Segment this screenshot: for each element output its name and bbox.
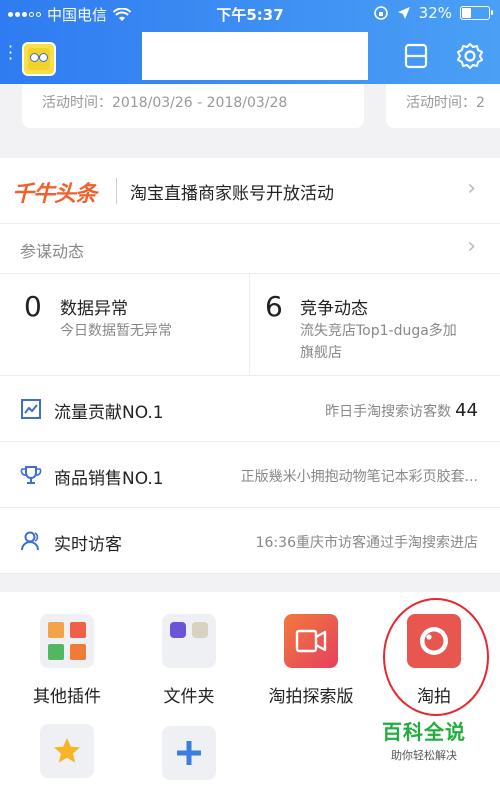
activity-carousel[interactable]: 活动时间：2018/03/26 - 2018/03/28 活动时间：2 — [0, 84, 500, 140]
stat-description: 流失竞店Top1-duga多加 — [300, 323, 457, 339]
scan-icon[interactable] — [402, 42, 430, 70]
folder-icon — [162, 614, 216, 668]
highlight-circle-annotation — [383, 598, 489, 716]
row-value: 16:36重庆市访客通过手淘搜索进店 — [255, 535, 478, 551]
chevron-right-icon: › — [467, 176, 476, 201]
rotation-lock-icon — [373, 6, 388, 20]
row-value: 昨日手淘搜索访客数 44 — [325, 400, 478, 421]
watermark: 百科全说 助你轻松解决 — [364, 716, 484, 763]
stat-description: 今日数据暂无异常 — [60, 323, 172, 339]
video-camera-glyph — [295, 629, 327, 653]
stats-panel: 0 数据异常 今日数据暂无异常 6 竞争动态 流失竞店Top1-duga多加 旗… — [0, 274, 500, 376]
activity-time-label: 活动时间：2018/03/26 - 2018/03/28 — [42, 95, 288, 111]
star-glyph — [54, 738, 80, 763]
row-realtime-visitors[interactable]: 实时访客 16:36重庆市访客通过手淘搜索进店 — [0, 508, 500, 574]
status-bar: 中国电信 下午5:37 32% — [0, 0, 500, 28]
spongebob-avatar-icon — [28, 48, 50, 70]
row-label: 流量贡献NO.1 — [54, 403, 164, 423]
row-label: 商品销售NO.1 — [54, 469, 164, 489]
stat-title: 数据异常 — [60, 299, 128, 319]
trend-chart-icon — [21, 399, 41, 419]
plugin-other[interactable]: 其他插件 — [7, 614, 127, 707]
star-icon — [40, 724, 94, 778]
status-right: 32% — [373, 4, 493, 22]
stat-data-anomaly[interactable]: 0 数据异常 今日数据暂无异常 — [0, 274, 249, 376]
plugin-add[interactable] — [129, 726, 249, 790]
canmou-section-header[interactable]: 参谋动态 › — [0, 224, 500, 274]
stat-description: 旗舰店 — [300, 345, 342, 361]
plugin-grid-icon — [40, 614, 94, 668]
watermark-subtitle: 助你轻松解决 — [391, 749, 457, 762]
row-product-sales[interactable]: 商品销售NO.1 正版幾米小拥抱动物笔记本彩页胶套... — [0, 442, 500, 508]
app-header: · · · — [0, 28, 500, 84]
battery-percent: 32% — [418, 4, 452, 22]
stat-title: 竞争动态 — [300, 299, 368, 319]
headline-text: 淘宝直播商家账号开放活动 — [130, 184, 334, 204]
row-value: 正版幾米小拥抱动物笔记本彩页胶套... — [240, 469, 478, 485]
activity-card[interactable]: 活动时间：2 — [386, 84, 500, 128]
watermark-title: 百科全说 — [382, 720, 466, 744]
divider — [116, 178, 117, 204]
section-title: 参谋动态 — [20, 242, 85, 261]
row-traffic-contribution[interactable]: 流量贡献NO.1 昨日手淘搜索访客数 44 — [0, 376, 500, 442]
stat-competition[interactable]: 6 竞争动态 流失竞店Top1-duga多加 旗舰店 — [250, 274, 500, 376]
plus-glyph — [177, 741, 201, 765]
plugin-name: 文件夹 — [163, 687, 215, 707]
stat-number: 0 — [24, 290, 42, 323]
plugin-name: 其他插件 — [33, 687, 101, 707]
user-icon — [21, 531, 39, 551]
plugin-favorites[interactable] — [7, 724, 127, 790]
chevron-right-icon: › — [467, 234, 476, 259]
plugin-taopai-explore[interactable]: 淘拍探索版 — [251, 614, 371, 707]
qianniu-headline[interactable]: 千牛头条 淘宝直播商家账号开放活动 › — [0, 158, 500, 224]
row-value-number: 44 — [455, 400, 478, 421]
row-label: 实时访客 — [54, 535, 122, 555]
stat-number: 6 — [265, 290, 283, 323]
video-camera-icon — [284, 614, 338, 668]
location-icon — [397, 7, 410, 19]
search-box[interactable] — [142, 32, 368, 80]
plus-icon — [162, 726, 216, 780]
row-value-text: 昨日手淘搜索访客数 — [325, 404, 452, 420]
trophy-icon — [20, 466, 42, 484]
battery-icon — [460, 6, 493, 20]
avatar[interactable] — [22, 42, 56, 76]
qianniu-headline-logo: 千牛头条 — [12, 182, 97, 207]
plugin-name: 淘拍探索版 — [268, 687, 354, 707]
more-dots-icon[interactable]: · · · — [8, 39, 13, 67]
activity-card[interactable]: 活动时间：2018/03/26 - 2018/03/28 — [22, 84, 364, 128]
plugin-folder[interactable]: 文件夹 — [129, 614, 249, 707]
gear-icon[interactable] — [456, 42, 484, 70]
activity-time-label: 活动时间：2 — [406, 95, 485, 111]
